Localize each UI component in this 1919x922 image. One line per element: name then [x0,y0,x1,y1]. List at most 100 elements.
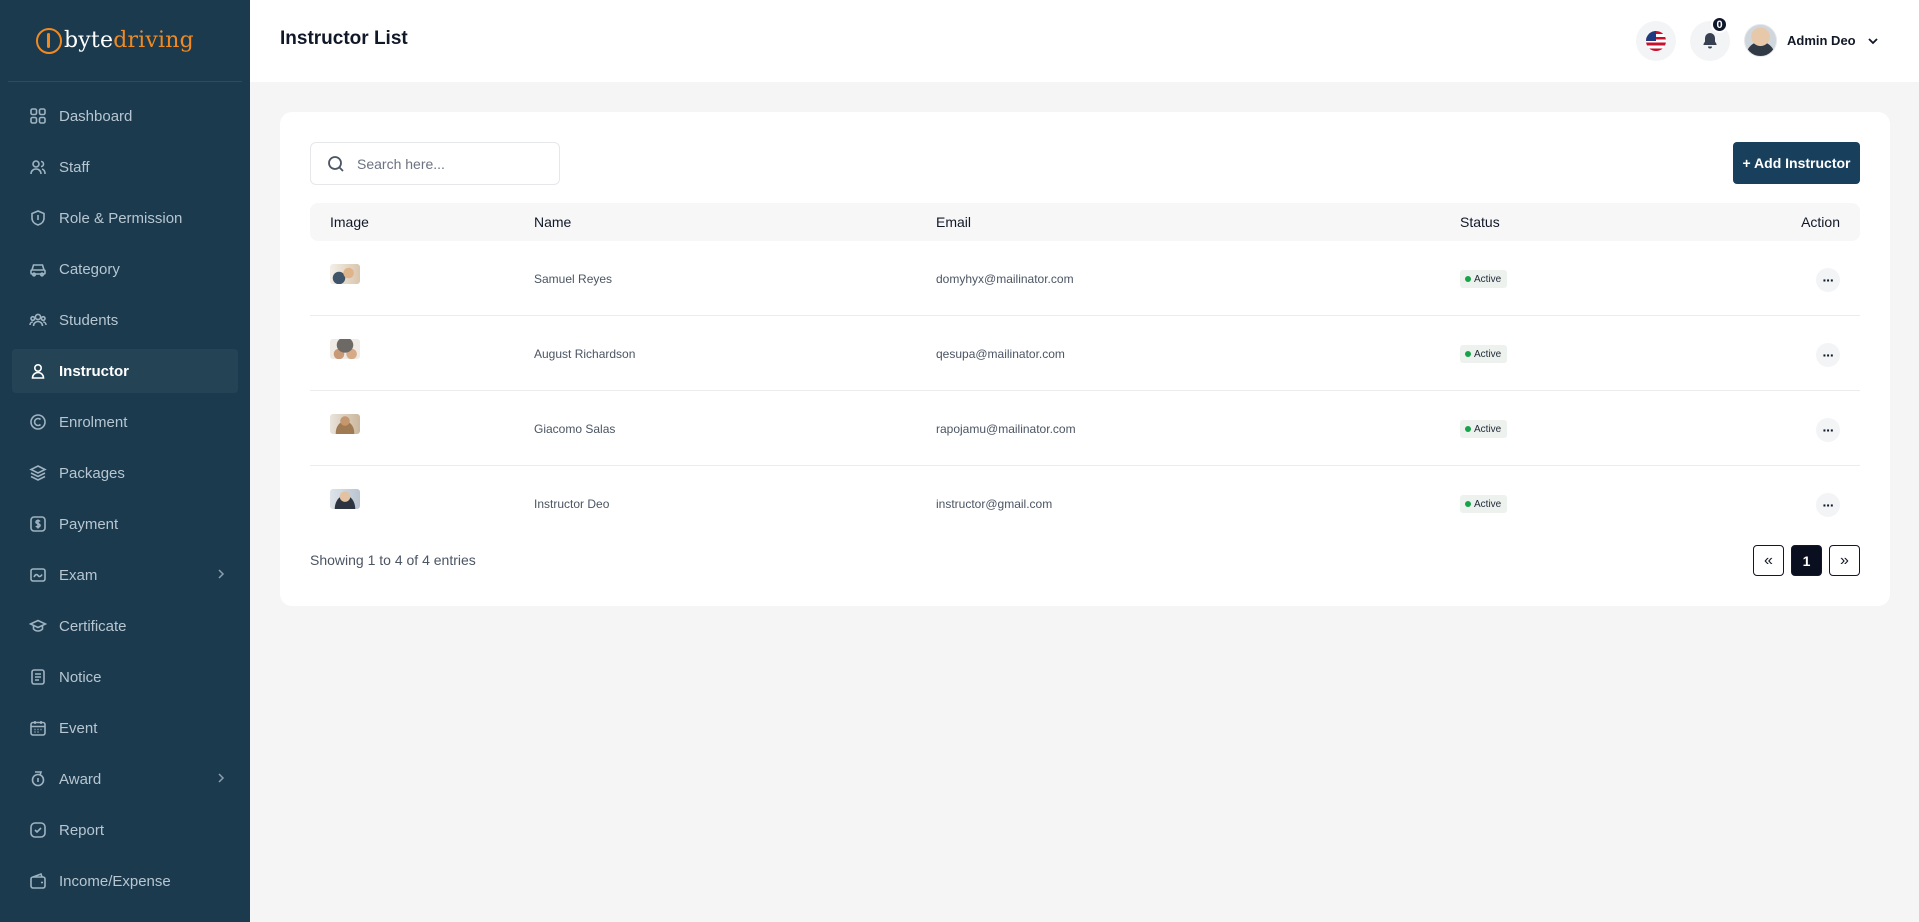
instructor-name: Samuel Reyes [534,272,613,286]
chevron-right-icon [214,567,228,581]
sidebar-item-report[interactable]: Report [12,808,238,852]
sidebar-item-exam[interactable]: Exam [12,553,238,597]
search-input[interactable] [357,155,537,172]
sidebar-item-certificate[interactable]: Certificate [12,604,238,648]
column-header-action: Action [1801,214,1840,230]
logo-icon [36,27,62,54]
column-header-image: Image [330,214,369,230]
report-icon [29,821,47,839]
instructor-name: Instructor Deo [534,497,610,511]
sidebar-item-students[interactable]: Students [12,298,238,342]
sidebar-item-label: Instructor [59,362,130,380]
user-name: Admin Deo [1787,33,1856,48]
pagination: « 1 » [1753,545,1860,576]
chevron-right-icon [214,771,228,785]
status-badge: Active [1460,345,1508,363]
sidebar-item-label: Award [59,770,102,788]
notification-count-badge: 0 [1711,16,1728,33]
group-icon [29,311,47,329]
sidebar-item-label: Students [59,311,119,329]
instructor-email: qesupa@mailinator.com [936,347,1065,361]
calendar-icon [29,719,47,737]
sidebar-item-role-permission[interactable]: Role & Permission [12,196,238,240]
status-badge: Active [1460,420,1508,438]
table-header: Image Name Email Status Action [310,203,1860,241]
instructor-photo [330,339,360,359]
sidebar: bytedriving Dashboard Staff Role & Permi… [0,0,250,922]
graduation-icon [29,617,47,635]
avatar [1744,24,1777,57]
sidebar-item-enrolment[interactable]: Enrolment [12,400,238,444]
sidebar-item-label: Role & Permission [59,209,183,227]
column-header-name: Name [534,214,572,230]
car-icon [29,260,47,278]
entries-summary: Showing 1 to 4 of 4 entries [310,552,476,568]
user-menu[interactable]: Admin Deo [1744,24,1880,57]
pagination-next-button[interactable]: » [1829,545,1860,576]
language-switcher[interactable] [1636,21,1676,61]
status-badge: Active [1460,270,1508,288]
shield-icon [29,209,47,227]
sidebar-item-dashboard[interactable]: Dashboard [12,94,238,138]
pagination-prev-button[interactable]: « [1753,545,1784,576]
sidebar-item-label: Exam [59,566,98,584]
us-flag-icon [1646,31,1666,51]
sidebar-item-label: Event [59,719,98,737]
brand-logo[interactable]: bytedriving [8,0,242,82]
instructor-email: rapojamu@mailinator.com [936,422,1076,436]
table-row: Instructor Deo instructor@gmail.com Acti… [310,466,1860,541]
status-badge: Active [1460,495,1508,513]
search-icon [328,155,344,172]
row-actions-button[interactable]: ··· [1816,418,1840,442]
instructor-email: instructor@gmail.com [936,497,1053,511]
pagination-page-1[interactable]: 1 [1791,545,1822,576]
page-title: Instructor List [280,28,408,49]
instructor-photo [330,489,360,509]
exam-icon [29,566,47,584]
sidebar-item-label: Payment [59,515,119,533]
table-row: Giacomo Salas rapojamu@mailinator.com Ac… [310,391,1860,466]
search-box [310,142,560,185]
sidebar-item-label: Packages [59,464,125,482]
sidebar-item-label: Staff [59,158,90,176]
logo-text: bytedriving [64,28,194,53]
top-header: Instructor List 0 Admin Deo [250,0,1919,82]
row-actions-button[interactable]: ··· [1816,493,1840,517]
sidebar-item-category[interactable]: Category [12,247,238,291]
sidebar-item-payment[interactable]: Payment [12,502,238,546]
add-instructor-button[interactable]: + Add Instructor [1733,142,1860,184]
award-icon [29,770,47,788]
sidebar-item-label: Notice [59,668,102,686]
bell-icon [1703,33,1717,49]
layers-icon [29,464,47,482]
row-actions-button[interactable]: ··· [1816,343,1840,367]
sidebar-item-award[interactable]: Award [12,757,238,801]
instructor-table: Image Name Email Status Action Samuel Re… [310,203,1860,541]
instructor-email: domyhyx@mailinator.com [936,272,1074,286]
sidebar-item-staff[interactable]: Staff [12,145,238,189]
users-icon [29,158,47,176]
sidebar-item-label: Dashboard [59,107,133,125]
instructor-photo [330,414,360,434]
notice-icon [29,668,47,686]
sidebar-item-instructor[interactable]: Instructor [12,349,238,393]
dollar-icon [29,515,47,533]
table-row: August Richardson qesupa@mailinator.com … [310,316,1860,391]
sidebar-item-label: Category [59,260,120,278]
instructor-photo [330,264,360,284]
table-row: Samuel Reyes domyhyx@mailinator.com Acti… [310,241,1860,316]
row-actions-button[interactable]: ··· [1816,268,1840,292]
chevron-down-icon [1866,34,1880,48]
sidebar-item-event[interactable]: Event [12,706,238,750]
sidebar-item-packages[interactable]: Packages [12,451,238,495]
instructor-name: Giacomo Salas [534,422,616,436]
grid-icon [29,107,47,125]
column-header-email: Email [936,214,972,230]
sidebar-item-notice[interactable]: Notice [12,655,238,699]
sidebar-item-income-expense[interactable]: Income/Expense [12,859,238,903]
sidebar-item-label: Certificate [59,617,127,635]
wallet-icon [29,872,47,890]
column-header-status: Status [1460,214,1500,230]
sidebar-item-label: Income/Expense [59,872,171,890]
enrol-icon [29,413,47,431]
